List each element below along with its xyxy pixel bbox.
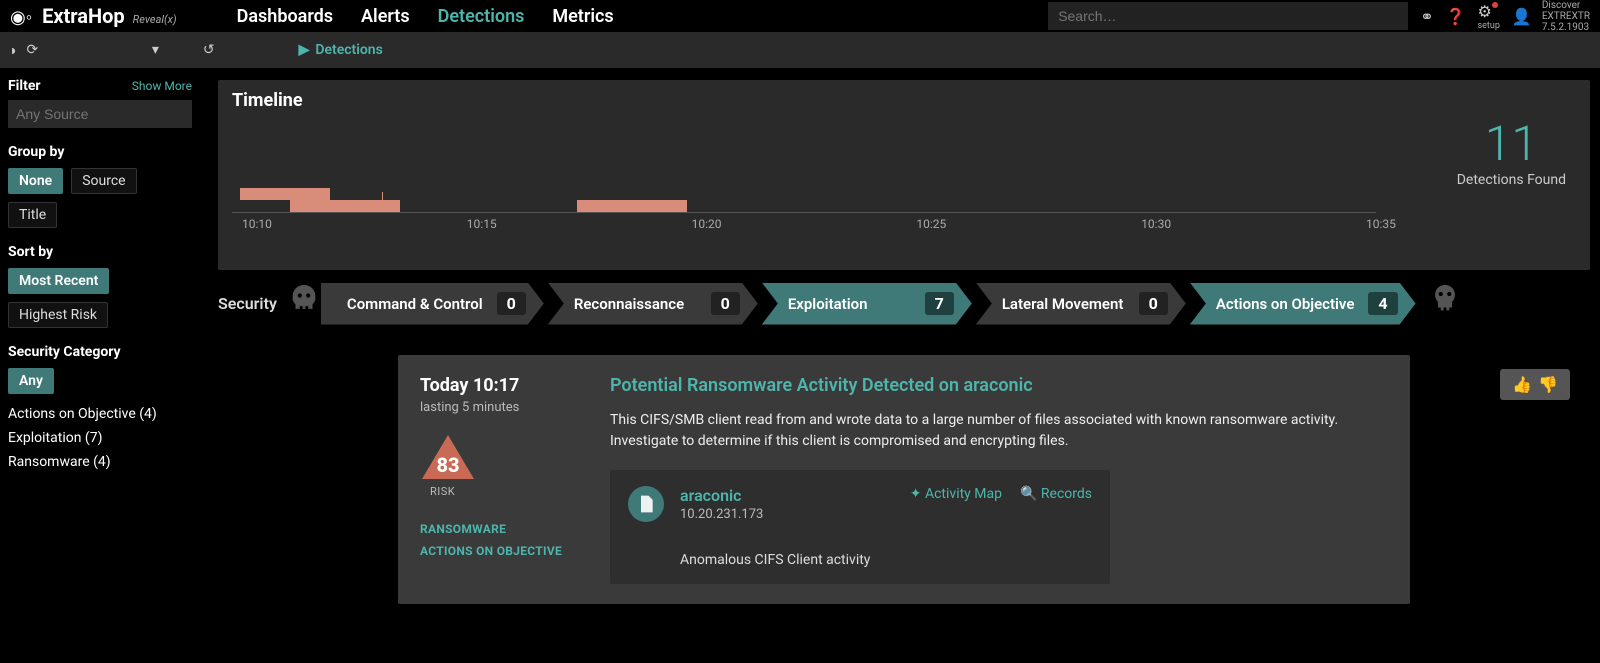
group-none[interactable]: None	[8, 168, 63, 194]
setup-label: setup	[1478, 21, 1500, 31]
tag-actions-on-objective[interactable]: ACTIONS ON OBJECTIVE	[420, 544, 590, 558]
kc-command-control[interactable]: Command & Control0	[321, 283, 544, 325]
timeline-chart[interactable]: 10:10 10:15 10:20 10:25 10:30 10:35	[232, 131, 1576, 231]
target-icon	[1426, 282, 1464, 325]
nav-dashboards[interactable]: Dashboards	[237, 6, 333, 27]
kc-lateral-movement[interactable]: Lateral Movement0	[976, 283, 1186, 325]
sortby-section: Sort by Most Recent Highest Risk	[8, 244, 192, 328]
detection-duration: lasting 5 minutes	[420, 400, 590, 415]
sortby-title: Sort by	[8, 244, 192, 260]
document-icon	[628, 486, 664, 522]
groupby-title: Group by	[8, 144, 192, 160]
settings-icon[interactable]: ⚙setup	[1478, 2, 1500, 31]
category-title: Security Category	[8, 344, 192, 360]
detection-time: Today 10:17	[420, 375, 590, 396]
nav-detections[interactable]: Detections	[438, 6, 525, 27]
killchain-row: Security Command & Control0 Reconnaissan…	[218, 282, 1590, 325]
chevron-down-icon[interactable]: ▾	[152, 42, 159, 58]
show-more-link[interactable]: Show More	[132, 79, 192, 93]
risk-triangle: 83	[420, 433, 476, 481]
filter-title: Filter	[8, 78, 41, 94]
user-icon[interactable]: 👤	[1512, 7, 1532, 26]
history-icon[interactable]: ↺	[203, 42, 215, 58]
source-filter-input[interactable]	[8, 100, 192, 128]
category-actions-on-objective[interactable]: Actions on Objective (4)	[8, 402, 192, 426]
records-link[interactable]: 🔍 Records	[1020, 486, 1092, 502]
link-icon[interactable]: ⚭	[1420, 7, 1433, 26]
live-toggle-icon[interactable]: ◑	[8, 42, 16, 59]
tag-ransomware[interactable]: RANSOMWARE	[420, 522, 590, 536]
top-icons: ⚭ ❓ ⚙setup 👤	[1420, 2, 1532, 31]
detection-card: 👍 👎 Today 10:17 lasting 5 minutes 83 RIS…	[398, 355, 1410, 604]
thumbs-up-icon[interactable]: 👍	[1512, 375, 1532, 394]
sort-most-recent[interactable]: Most Recent	[8, 268, 109, 294]
attacker-icon	[287, 282, 321, 325]
timeline-title: Timeline	[232, 90, 1576, 111]
detection-description: This CIFS/SMB client read from and wrote…	[610, 410, 1370, 452]
feedback-buttons[interactable]: 👍 👎	[1500, 369, 1570, 400]
asset-name[interactable]: araconic	[680, 486, 870, 505]
group-source[interactable]: Source	[71, 168, 136, 194]
nav-alerts[interactable]: Alerts	[361, 6, 410, 27]
breadcrumb[interactable]: ▶Detections	[299, 42, 383, 58]
kc-actions-on-objective[interactable]: Actions on Objective4	[1190, 283, 1416, 325]
asset-box: araconic 10.20.231.173 Anomalous CIFS Cl…	[610, 470, 1110, 584]
nav-metrics[interactable]: Metrics	[552, 6, 613, 27]
global-search-input[interactable]	[1048, 2, 1408, 30]
groupby-section: Group by None Source Title	[8, 144, 192, 228]
asset-ip: 10.20.231.173	[680, 507, 870, 522]
kc-reconnaissance[interactable]: Reconnaissance0	[548, 283, 758, 325]
risk-label: RISK	[430, 485, 590, 498]
top-bar: ◉◦ ExtraHop Reveal(x) Dashboards Alerts …	[0, 0, 1600, 32]
detection-title[interactable]: Potential Ransomware Activity Detected o…	[610, 375, 1388, 396]
timeline-panel: Timeline 11 Detections Found 10:10 10:15…	[218, 80, 1590, 270]
killchain-label: Security	[218, 294, 277, 313]
sidebar: Filter Show More Group by None Source Ti…	[0, 68, 200, 663]
refresh-icon[interactable]: ⟳	[26, 42, 38, 58]
category-exploitation[interactable]: Exploitation (7)	[8, 426, 192, 450]
main-nav: Dashboards Alerts Detections Metrics	[237, 6, 614, 27]
play-icon: ▶	[299, 42, 310, 58]
category-section: Security Category Any Actions on Objecti…	[8, 344, 192, 474]
asset-activity: Anomalous CIFS Client activity	[680, 552, 870, 568]
content-area: Timeline 11 Detections Found 10:10 10:15…	[200, 68, 1600, 663]
kc-exploitation[interactable]: Exploitation7	[762, 283, 972, 325]
version-info: Discover EXTREXTR 7.5.2.1903	[1542, 0, 1590, 33]
help-icon[interactable]: ❓	[1446, 7, 1466, 26]
activity-map-link[interactable]: ✦ Activity Map	[910, 486, 1002, 502]
thumbs-down-icon[interactable]: 👎	[1538, 375, 1558, 394]
category-any[interactable]: Any	[8, 368, 54, 394]
category-ransomware[interactable]: Ransomware (4)	[8, 450, 192, 474]
sort-highest-risk[interactable]: Highest Risk	[8, 302, 108, 328]
group-title[interactable]: Title	[8, 202, 57, 228]
filter-section: Filter Show More	[8, 78, 192, 128]
time-bar: ◑ ⟳ Last 30 minutes just now ▾ ↺ ▶Detect…	[0, 32, 1600, 68]
risk-score: 83	[420, 453, 476, 477]
